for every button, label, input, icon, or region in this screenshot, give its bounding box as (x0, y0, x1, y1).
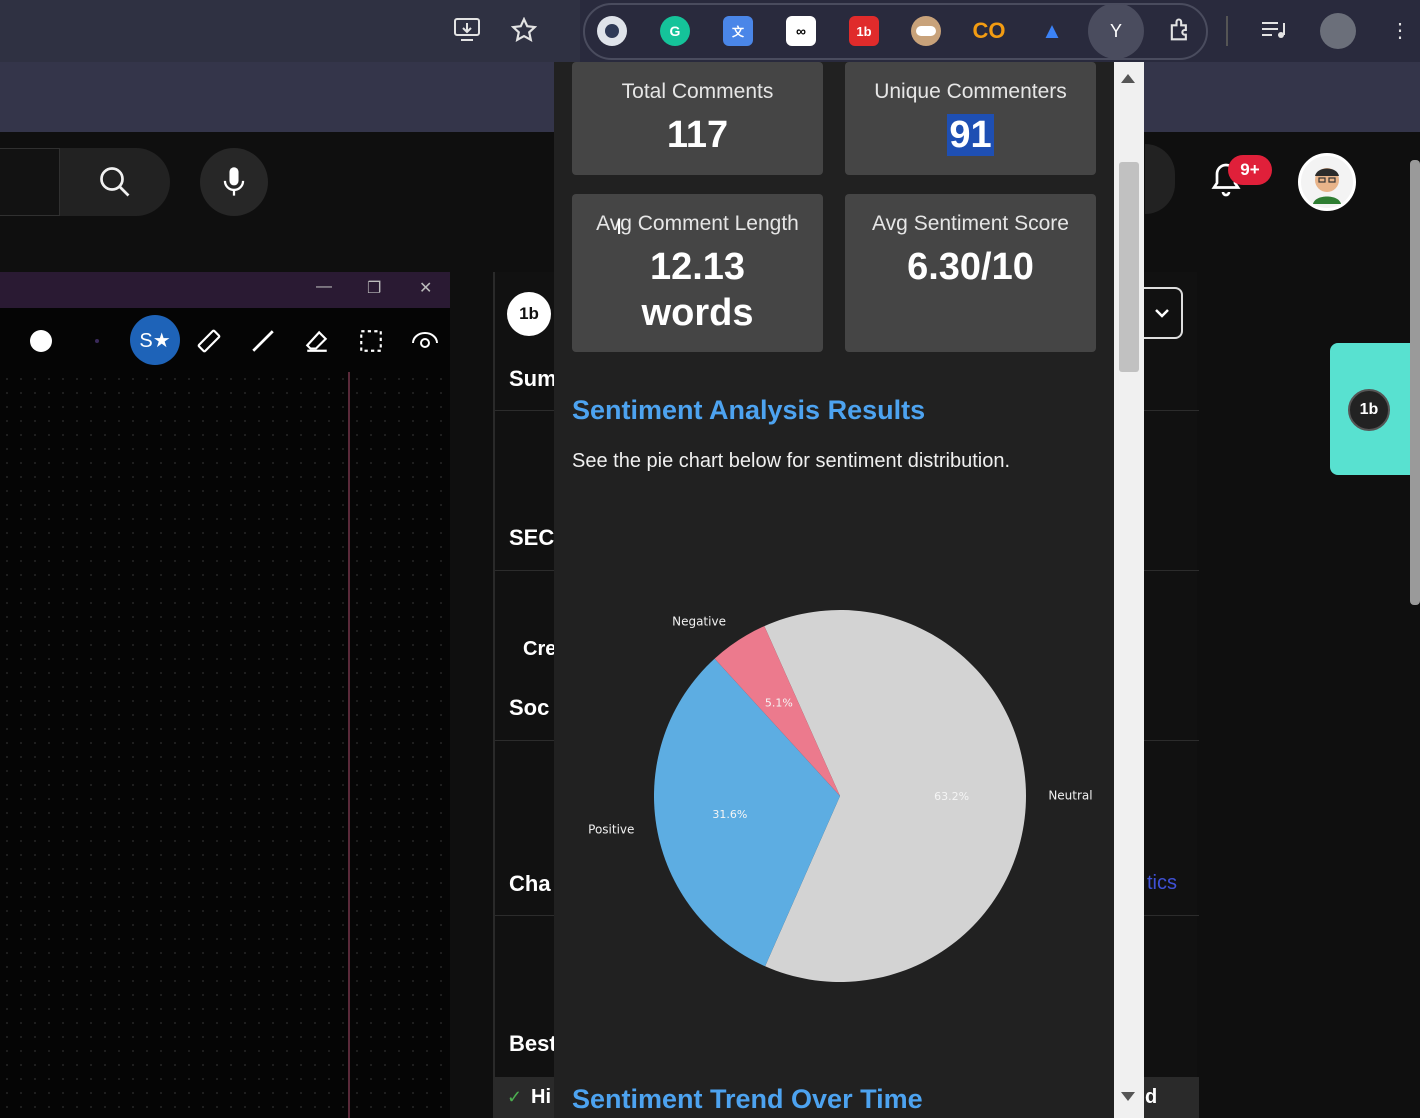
view-eye-icon[interactable] (408, 324, 442, 358)
extension-y-icon[interactable]: Y (1088, 3, 1144, 59)
voice-search-button[interactable] (200, 148, 268, 216)
grammarly-icon[interactable]: G (660, 16, 690, 46)
microphone-icon (223, 167, 245, 196)
avg-comment-length-unit: words (641, 292, 754, 334)
pie-category-label-positive: Positive (588, 823, 634, 837)
tubebuddy-side-tab[interactable]: 1b (1330, 343, 1420, 475)
create-button-edge[interactable] (1145, 144, 1175, 214)
analytics-link[interactable]: tics (1147, 872, 1177, 895)
checklist-label: Hi (531, 1086, 551, 1108)
notification-count: 9+ (1240, 160, 1260, 179)
chevron-down-icon (1155, 309, 1169, 318)
drawing-tool-window: — ❐ ✕ S★ (0, 272, 450, 1118)
close-icon[interactable]: ✕ (419, 278, 432, 298)
drawing-toolbar: S★ (0, 312, 450, 372)
behind-label-summary: Sum (509, 366, 557, 391)
behind-label-seo: SEC (509, 525, 555, 550)
extension-glasses-icon[interactable]: ∞ (786, 16, 816, 46)
pie-percent-label-neutral: 63.2% (934, 790, 969, 803)
toolbar-left-area (0, 0, 580, 62)
minimize-icon[interactable]: — (316, 278, 332, 296)
sentiment-trend-heading: Sentiment Trend Over Time (572, 1084, 923, 1114)
line-tool-icon[interactable] (246, 324, 280, 358)
extension-circle-icon[interactable] (597, 16, 627, 46)
install-app-icon[interactable] (452, 14, 484, 46)
avg-sentiment-card: Avg Sentiment Score 6.30/10 (845, 194, 1096, 352)
brush-size-large-icon[interactable] (24, 324, 58, 358)
pie-percent-label-positive: 31.6% (712, 808, 747, 821)
checklist-right-text: d (1145, 1086, 1158, 1108)
avg-comment-length-label: Avg Comment Length (596, 212, 799, 235)
bookmark-star-icon[interactable] (508, 14, 540, 46)
profile-avatar[interactable] (1320, 13, 1356, 49)
tubebuddy-logo-icon: 1b (1348, 389, 1390, 431)
scroll-down-arrow-icon[interactable] (1121, 1092, 1135, 1101)
avg-comment-length-card: Avg Comment Length 12.13 words (572, 194, 823, 352)
dropdown-toggle[interactable] (1143, 287, 1183, 339)
notification-count-badge: 9+ (1228, 155, 1272, 185)
popup-scroll-thumb[interactable] (1119, 162, 1139, 372)
tubebuddy-extension-icon[interactable]: 1b (849, 16, 879, 46)
brush-size-small-icon[interactable] (80, 324, 114, 358)
restore-icon[interactable]: ❐ (367, 278, 381, 298)
search-icon (100, 167, 130, 197)
sentiment-analysis-heading: Sentiment Analysis Results (572, 395, 926, 425)
toolbar-divider (1226, 16, 1228, 46)
behind-label-channel: Cha (509, 871, 551, 896)
browser-toolbar: G 文 ∞ 1b CO ▲ Y ⋮ (0, 0, 1420, 62)
unique-commenters-card: Unique Commenters 91 (845, 62, 1096, 175)
behind-label-creator: Cre (523, 638, 557, 660)
total-comments-value: 117 (666, 114, 729, 156)
user-avatar[interactable] (1298, 153, 1356, 211)
search-button[interactable] (60, 148, 170, 216)
total-comments-card: Total Comments 117 (572, 62, 823, 175)
drawing-window-titlebar: — ❐ ✕ (0, 272, 450, 308)
behind-label-best: Best (509, 1031, 557, 1056)
translate-icon[interactable]: 文 (723, 16, 753, 46)
pie-category-label-negative: Negative (672, 615, 726, 629)
pie-percent-label-negative: 5.1% (765, 697, 793, 710)
avg-sentiment-value: 6.30/10 (907, 246, 1034, 288)
unique-commenters-label: Unique Commenters (874, 80, 1067, 103)
sentiment-analysis-description: See the pie chart below for sentiment di… (572, 450, 1011, 472)
pie-category-label-neutral: Neutral (1048, 789, 1092, 803)
avatar-face-icon (1313, 168, 1341, 204)
select-area-icon[interactable] (354, 324, 388, 358)
comment-analysis-popup: Total Comments 117 Unique Commenters 91 … (554, 62, 1144, 1118)
extension-cc-icon[interactable]: CO (973, 16, 1006, 46)
search-input[interactable] (0, 148, 60, 216)
ruler-icon[interactable] (192, 324, 226, 358)
text-cursor-icon: I (616, 214, 623, 239)
extension-graduation-icon[interactable]: ▲ (1037, 16, 1067, 46)
smart-pen-icon[interactable]: S★ (130, 315, 180, 365)
avg-sentiment-label: Avg Sentiment Score (872, 212, 1069, 235)
extensions-puzzle-icon[interactable] (1164, 14, 1196, 46)
browser-menu-icon[interactable]: ⋮ (1384, 14, 1416, 46)
unique-commenters-value: 91 (947, 114, 994, 156)
scroll-up-arrow-icon[interactable] (1121, 74, 1135, 83)
drawn-line (348, 372, 350, 1118)
tubebuddy-logo-icon: 1b (507, 292, 551, 336)
avg-comment-length-value: 12.13 (649, 246, 746, 288)
page-scrollbar[interactable] (1410, 160, 1420, 605)
total-comments-label: Total Comments (621, 80, 774, 103)
sentiment-pie-chart: 63.2% Neutral 31.6% Positive 5.1% Negative (588, 610, 1093, 982)
extension-y-label: Y (1109, 20, 1122, 41)
media-queue-icon[interactable] (1258, 14, 1290, 46)
drawing-canvas[interactable] (0, 372, 450, 1118)
extension-owl-icon[interactable] (911, 16, 941, 46)
eraser-icon[interactable] (300, 324, 334, 358)
checkmark-icon: ✓ (507, 1087, 523, 1107)
behind-label-social: Soc (509, 695, 550, 720)
popup-scrollbar[interactable] (1114, 62, 1144, 1118)
